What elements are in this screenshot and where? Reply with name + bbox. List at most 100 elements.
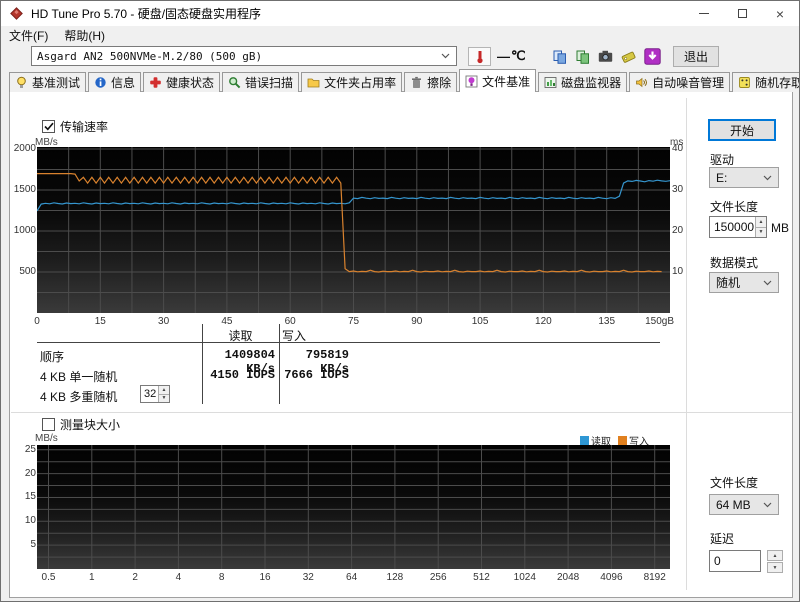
tick-label: 45 [221,316,233,327]
tab-random-access[interactable]: 随机存取 [732,72,799,92]
tick-label: 2 [132,572,138,583]
tick-label: 40 [672,143,684,154]
4kb-single-read-value: 4150 IOPS [210,368,275,382]
block-size-label: 测量块大小 [60,418,121,432]
tab-auto-noise[interactable]: 自动噪音管理 [629,72,731,92]
delay-up-button[interactable]: ▲ [767,550,783,561]
tab-health[interactable]: 健康状态 [143,72,221,92]
erase-icon [412,76,422,88]
close-icon: × [775,5,785,22]
tick-label: 1000 [13,224,36,236]
delay-input[interactable]: 0 [709,550,761,572]
save-button[interactable] [617,46,640,67]
tick-label: 120 [535,316,552,327]
spin-up-icon[interactable]: ▲ [756,217,766,228]
tick-label: 8192 [643,572,666,583]
queue-depth-spinner[interactable]: 32 ▲ ▼ [140,385,170,403]
tab-label: 文件夹占用率 [324,76,397,90]
close-button[interactable]: × [761,1,799,26]
file-length-spinner[interactable]: 150000 ▲ ▼ [709,216,767,238]
noise-icon [636,77,648,88]
tick-label: 0 [34,316,40,327]
tick-label: 512 [473,572,490,583]
tab-label: 错误扫描 [245,76,294,90]
file-length-combo-2[interactable]: 64 MB [709,494,779,515]
start-button[interactable]: 开始 [708,119,776,141]
delay-down-button[interactable]: ▼ [767,562,783,573]
minimize-icon [699,13,709,14]
spin-up-icon[interactable]: ▲ [159,386,169,395]
tick-label: 105 [471,316,489,327]
maximize-button[interactable] [723,1,761,26]
tick-label: 1024 [513,572,536,583]
tick-label: 500 [19,265,36,277]
tab-disk-monitor[interactable]: 磁盘监视器 [538,72,628,92]
drive-select-combo[interactable]: Asgard AN2 500NVMe-M.2/80 (500 gB) [31,46,457,66]
tab-folder-usage[interactable]: 文件夹占用率 [301,72,403,92]
tab-info[interactable]: 信息 [88,72,142,92]
data-mode-combo[interactable]: 随机 [709,272,779,293]
file-length-label-2: 文件长度 [710,476,759,490]
tab-label: 基准测试 [32,76,81,90]
checkbox-box [42,418,55,431]
tick-label: 15 [24,491,36,503]
tick-label: 75 [347,316,360,327]
table-column-rule-1 [202,324,203,404]
copy-text-button[interactable] [548,46,571,67]
tick-label: 128 [386,572,404,583]
minimize-button[interactable] [685,1,723,26]
window-title: HD Tune Pro 5.70 - 硬盘/固态硬盘实用程序 [31,7,262,21]
exit-button[interactable]: 退出 [673,46,719,67]
tab-bar: 基准测试 信息 健康状态 错误扫描 文件夹占用率 擦除 文件基准 磁盘监视器 自… [9,69,799,93]
tick-label: 20 [24,467,36,479]
delay-value: 0 [714,554,721,568]
tick-label: 20 [672,224,684,236]
camera-icon [598,50,613,62]
drive-combo-value: Asgard AN2 500NVMe-M.2/80 (500 gB) [37,49,263,63]
spin-down-icon[interactable]: ▼ [756,227,766,237]
tick-label: 150gB [645,316,674,327]
menu-help[interactable]: 帮助(H) [56,27,113,44]
delay-label: 延迟 [710,532,735,546]
menu-file[interactable]: 文件(F) [1,27,56,44]
tick-label: 64 [346,572,358,583]
tick-label: 256 [429,572,447,583]
app-logo-icon [10,7,23,20]
y-axis-unit-bottom-chart: MB/s [35,433,58,444]
drive-combo[interactable]: E: [709,167,779,188]
copy-image-button[interactable] [571,46,594,67]
tab-file-benchmark[interactable]: 文件基准 [459,69,537,93]
tick-label: 10 [24,515,36,527]
file-length-label: 文件长度 [710,200,759,214]
bulb-icon [17,76,26,88]
table-column-rule-2 [279,324,280,404]
spinner-arrows[interactable]: ▲ ▼ [755,217,766,237]
check-icon [43,122,54,131]
tick-label: 16 [259,572,271,583]
title-bar: HD Tune Pro 5.70 - 硬盘/固态硬盘实用程序 × [1,1,799,26]
update-download-button[interactable] [641,46,664,67]
write-swatch [618,436,627,445]
tick-label: 0.5 [41,572,56,583]
tick-label: 32 [302,572,314,583]
tick-label: 5 [30,539,36,551]
chevron-down-icon [763,280,772,285]
row-4kb-single-label: 4 KB 单一随机 [40,370,118,384]
tick-label: 2000 [13,143,36,154]
copy-green-icon [576,50,589,64]
tab-benchmark[interactable]: 基准测试 [9,72,87,92]
tab-error-scan[interactable]: 错误扫描 [222,72,300,92]
screenshot-button[interactable] [594,46,617,67]
tick-label: 8 [218,572,225,583]
drive-label: 驱动 [710,153,735,167]
folder-icon [307,78,320,88]
menu-bar: 文件(F) 帮助(H) [1,26,799,44]
block-size-checkbox[interactable]: 测量块大小 [42,416,120,433]
tab-erase[interactable]: 擦除 [404,72,458,92]
transfer-rate-checkbox[interactable]: 传输速率 [42,118,108,135]
file-length-unit: MB [771,221,789,235]
spin-down-icon[interactable]: ▼ [159,394,169,402]
download-icon [644,48,661,65]
copy-blue-icon [553,50,566,64]
spinner-arrows[interactable]: ▲ ▼ [158,386,169,402]
